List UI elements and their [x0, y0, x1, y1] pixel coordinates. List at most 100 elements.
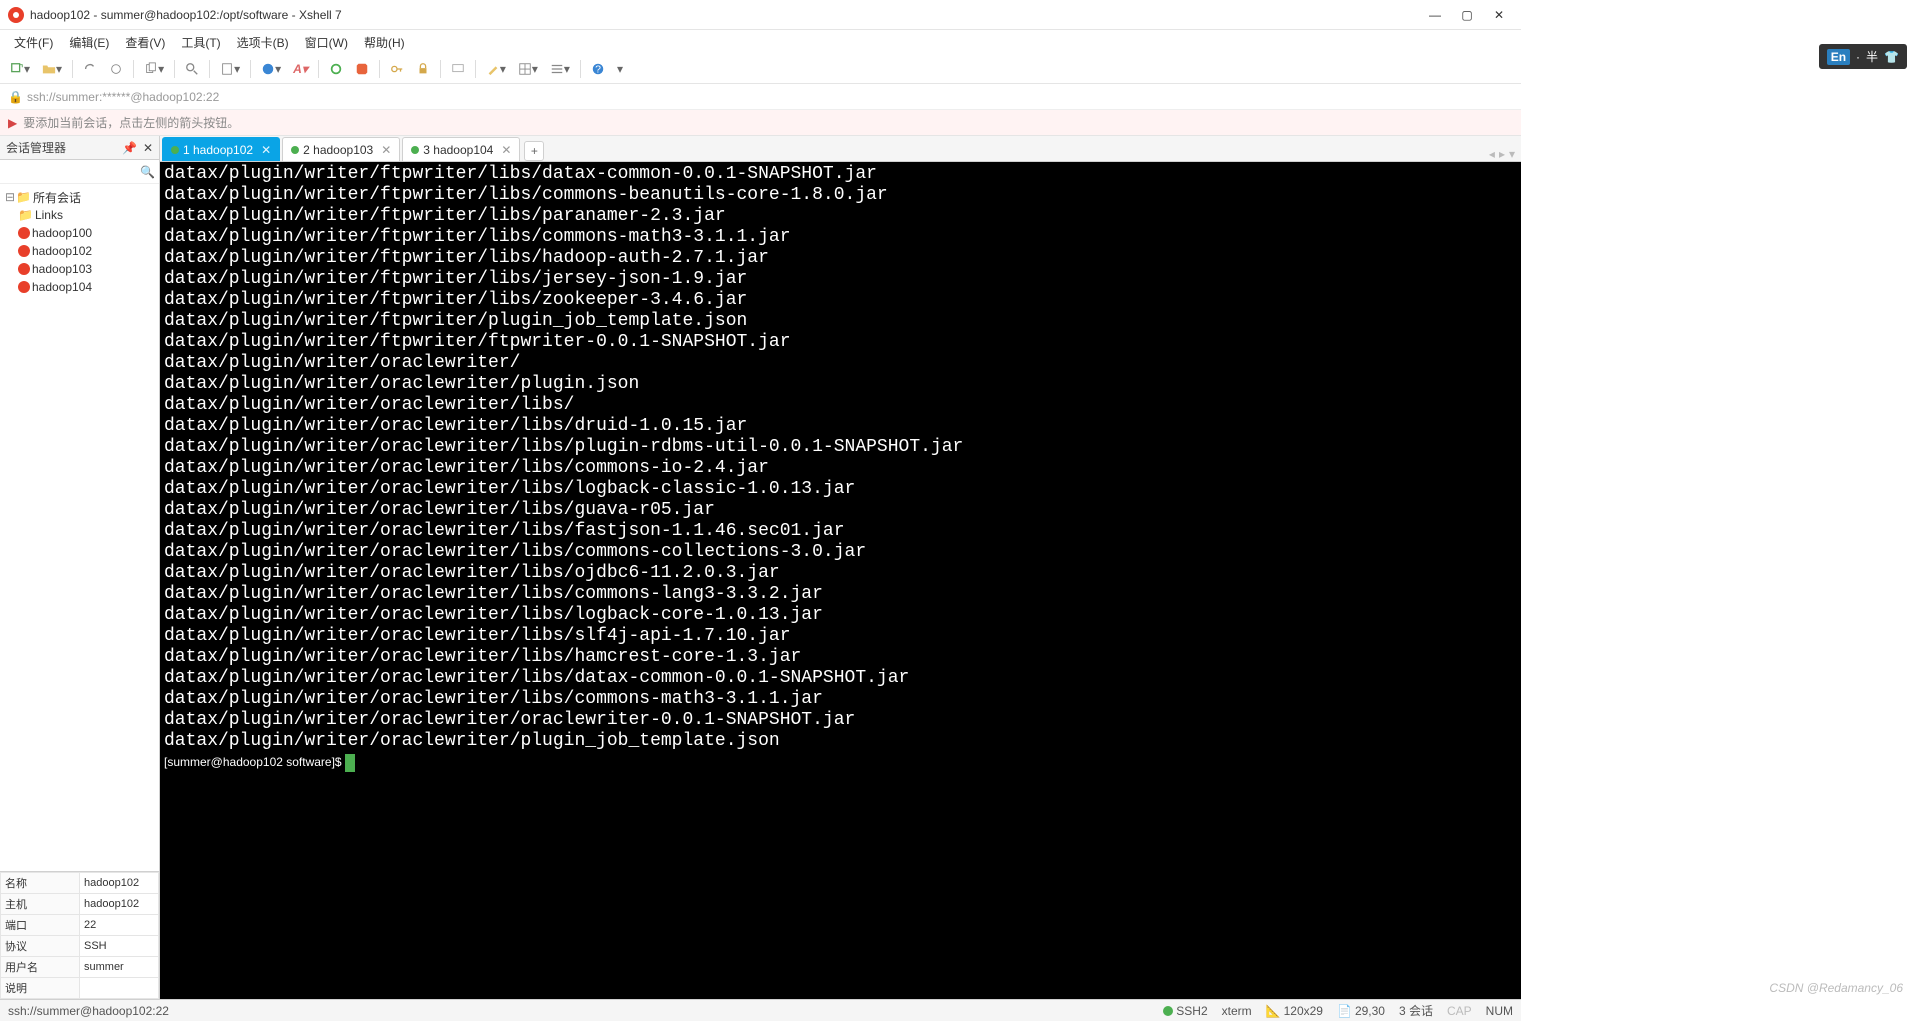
layout-button[interactable]: ▾ — [514, 60, 542, 78]
watermark: CSDN @Redamancy_06 — [1769, 981, 1903, 995]
status-dot-icon — [291, 146, 299, 154]
hint-bar: ▶ 要添加当前会话，点击左侧的箭头按钮。 — [0, 110, 1521, 136]
tab-nav: ◂ ▸ ▾ — [1489, 147, 1521, 161]
copy-button[interactable]: ▾ — [140, 60, 168, 78]
separator — [250, 60, 251, 78]
tree-host[interactable]: hadoop102 — [4, 242, 155, 260]
session-icon — [18, 227, 30, 239]
lock-icon: 🔒 — [8, 90, 23, 104]
address-text: ssh://summer:******@hadoop102:22 — [27, 90, 219, 104]
pin-icon[interactable]: 📌 — [122, 141, 137, 155]
status-addr: ssh://summer@hadoop102:22 — [8, 1004, 169, 1018]
status-num: NUM — [1486, 1004, 1513, 1018]
sidebar-search[interactable]: 🔍 — [0, 160, 159, 184]
prop-row: 名称hadoop102 — [1, 873, 159, 894]
ime-shirt-icon: 👕 — [1884, 50, 1899, 64]
tab-close-icon[interactable]: ✕ — [261, 143, 271, 157]
bookmark-button[interactable] — [447, 60, 469, 78]
separator — [475, 60, 476, 78]
open-button[interactable]: ▾ — [38, 60, 66, 78]
tab-hadoop103[interactable]: 2 hadoop103✕ — [282, 137, 400, 161]
tree-host[interactable]: hadoop100 — [4, 224, 155, 242]
sidebar-header: 会话管理器 📌 ✕ — [0, 136, 159, 160]
status-dot-icon — [171, 146, 179, 154]
ime-dot: · — [1856, 50, 1860, 64]
separator — [379, 60, 380, 78]
tab-add-button[interactable]: + — [524, 141, 544, 161]
status-ssh: SSH2 — [1163, 1004, 1207, 1018]
sidebar-title: 会话管理器 — [6, 139, 66, 156]
toolbar: ▾ ▾ ▾ ▾ ▾ A▾ ▾ ▾ ▾ ? ▾ — [0, 54, 1521, 84]
tab-close-icon[interactable]: ✕ — [381, 143, 391, 157]
session-tree: ⊟📁所有会话 📁Links hadoop100 hadoop102 hadoop… — [0, 184, 159, 871]
search-icon: 🔍 — [140, 165, 155, 179]
tab-close-icon[interactable]: ✕ — [501, 143, 511, 157]
refresh-button[interactable] — [325, 60, 347, 78]
status-size: 📐 120x29 — [1266, 1004, 1323, 1018]
tree-root[interactable]: ⊟📁所有会话 — [4, 188, 155, 206]
highlight-button[interactable]: ▾ — [482, 60, 510, 78]
reconnect-button[interactable] — [79, 60, 101, 78]
menu-file[interactable]: 文件(F) — [6, 32, 61, 53]
disconnect-button[interactable] — [105, 60, 127, 78]
font-button[interactable]: A▾ — [289, 60, 312, 78]
menu-view[interactable]: 查看(V) — [117, 32, 173, 53]
tab-menu-icon[interactable]: ▾ — [1509, 147, 1515, 161]
ime-half: 半 — [1866, 48, 1878, 65]
maximize-button[interactable]: ▢ — [1453, 1, 1481, 29]
list-button[interactable]: ▾ — [546, 60, 574, 78]
close-button[interactable]: ✕ — [1485, 1, 1513, 29]
tab-hadoop102[interactable]: 1 hadoop102✕ — [162, 137, 280, 161]
menu-help[interactable]: 帮助(H) — [356, 32, 413, 53]
menu-tools[interactable]: 工具(T) — [173, 32, 228, 53]
separator — [580, 60, 581, 78]
flag-icon: ▶ — [8, 116, 17, 130]
session-icon — [18, 263, 30, 275]
address-bar[interactable]: 🔒 ssh://summer:******@hadoop102:22 — [0, 84, 1521, 110]
key-button[interactable] — [386, 60, 408, 78]
status-dot-icon — [411, 146, 419, 154]
lock-button[interactable] — [412, 60, 434, 78]
prop-row: 说明 — [1, 978, 159, 999]
status-caps: CAP — [1447, 1004, 1472, 1018]
tree-host[interactable]: hadoop104 — [4, 278, 155, 296]
search-button[interactable] — [181, 60, 203, 78]
minimize-button[interactable]: — — [1421, 1, 1449, 29]
session-icon — [18, 281, 30, 293]
separator — [209, 60, 210, 78]
stop-button[interactable] — [351, 60, 373, 78]
new-session-button[interactable]: ▾ — [6, 60, 34, 78]
tab-prev-icon[interactable]: ◂ — [1489, 147, 1495, 161]
main-area: 会话管理器 📌 ✕ 🔍 ⊟📁所有会话 📁Links hadoop100 hado… — [0, 136, 1521, 999]
sidebar-close-icon[interactable]: ✕ — [143, 141, 153, 155]
separator — [72, 60, 73, 78]
hint-text: 要添加当前会话，点击左侧的箭头按钮。 — [23, 114, 239, 131]
help-button[interactable]: ? — [587, 60, 609, 78]
tab-next-icon[interactable]: ▸ — [1499, 147, 1505, 161]
prop-row: 端口22 — [1, 915, 159, 936]
content-area: 1 hadoop102✕ 2 hadoop103✕ 3 hadoop104✕ +… — [160, 136, 1521, 999]
tree-links[interactable]: 📁Links — [4, 206, 155, 224]
separator — [318, 60, 319, 78]
helpdd-button[interactable]: ▾ — [613, 60, 627, 78]
menu-tabs[interactable]: 选项卡(B) — [229, 32, 297, 53]
menu-window[interactable]: 窗口(W) — [297, 32, 356, 53]
svg-text:?: ? — [595, 63, 601, 75]
prop-row: 主机hadoop102 — [1, 894, 159, 915]
status-pos: 📄 29,30 — [1337, 1004, 1385, 1018]
tree-host[interactable]: hadoop103 — [4, 260, 155, 278]
properties-panel: 名称hadoop102 主机hadoop102 端口22 协议SSH 用户名su… — [0, 871, 159, 999]
tab-hadoop104[interactable]: 3 hadoop104✕ — [402, 137, 520, 161]
prop-row: 用户名summer — [1, 957, 159, 978]
ime-indicator[interactable]: En · 半 👕 — [1819, 44, 1907, 69]
paste-button[interactable]: ▾ — [216, 60, 244, 78]
globe-button[interactable]: ▾ — [257, 60, 285, 78]
menu-edit[interactable]: 编辑(E) — [61, 32, 117, 53]
cursor — [345, 754, 355, 772]
connected-icon — [1163, 1006, 1173, 1016]
title-bar: hadoop102 - summer@hadoop102:/opt/softwa… — [0, 0, 1521, 30]
terminal[interactable]: datax/plugin/writer/ftpwriter/libs/datax… — [160, 162, 1521, 999]
separator — [133, 60, 134, 78]
separator — [174, 60, 175, 78]
status-term: xterm — [1222, 1004, 1252, 1018]
